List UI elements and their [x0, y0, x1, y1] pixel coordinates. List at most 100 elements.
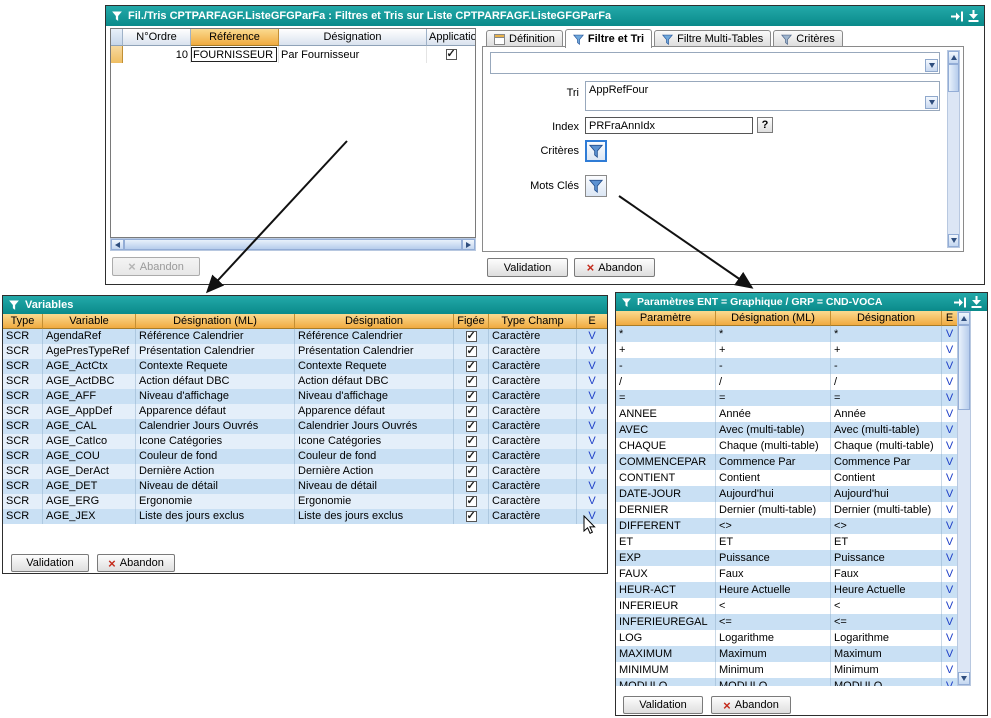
column-header-e[interactable]: E: [577, 314, 607, 329]
parametres-row[interactable]: COMMENCEPAR Commence Par Commence Par V: [616, 454, 957, 470]
variables-row[interactable]: SCR AGE_CAL Calendrier Jours Ouvrés Cale…: [3, 419, 607, 434]
scroll-up-button[interactable]: [948, 51, 959, 64]
parametres-row[interactable]: DATE-JOUR Aujourd'hui Aujourd'hui V: [616, 486, 957, 502]
variables-row[interactable]: SCR AGE_ActCtx Contexte Requete Contexte…: [3, 359, 607, 374]
vscroll-thumb[interactable]: [958, 325, 970, 410]
parametres-row[interactable]: = = = V: [616, 390, 957, 406]
variables-row[interactable]: SCR AGE_ERG Ergonomie Ergonomie Caractèr…: [3, 494, 607, 509]
validation-button[interactable]: Validation: [487, 258, 568, 277]
column-header-reference[interactable]: Référence: [191, 29, 279, 46]
tab-criteres[interactable]: Critères: [773, 30, 843, 47]
table-corner[interactable]: [111, 29, 123, 46]
parametres-row[interactable]: DERNIER Dernier (multi-table) Dernier (m…: [616, 502, 957, 518]
filtres-table-row[interactable]: 10 Par Fournisseur: [111, 46, 475, 63]
column-header-type-champ[interactable]: Type Champ: [489, 314, 577, 329]
variables-row[interactable]: SCR AGE_AppDef Apparence défaut Apparenc…: [3, 404, 607, 419]
figee-checkbox[interactable]: [466, 346, 477, 357]
column-header-designation[interactable]: Désignation: [831, 311, 942, 326]
variables-row[interactable]: SCR AGE_JEX Liste des jours exclus Liste…: [3, 509, 607, 524]
variables-row[interactable]: SCR AgePresTypeRef Présentation Calendri…: [3, 344, 607, 359]
dropdown-button[interactable]: [925, 96, 938, 109]
vscroll-thumb[interactable]: [948, 64, 959, 92]
titlebar-parametres[interactable]: Paramètres ENT = Graphique / GRP = CND-V…: [616, 293, 987, 311]
help-button[interactable]: ?: [757, 117, 773, 133]
collapse-down-icon[interactable]: [968, 10, 979, 22]
index-input[interactable]: [585, 117, 753, 134]
figee-checkbox[interactable]: [466, 466, 477, 477]
parametres-row[interactable]: ANNEE Année Année V: [616, 406, 957, 422]
figee-checkbox[interactable]: [466, 361, 477, 372]
scroll-track[interactable]: [958, 410, 970, 672]
parametres-row[interactable]: / / / V: [616, 374, 957, 390]
dropdown-button[interactable]: [925, 59, 938, 72]
scroll-down-button[interactable]: [958, 672, 970, 685]
parametres-row[interactable]: CONTIENT Contient Contient V: [616, 470, 957, 486]
figee-checkbox[interactable]: [466, 496, 477, 507]
scroll-track[interactable]: [948, 92, 959, 234]
column-header-variable[interactable]: Variable: [43, 314, 136, 329]
variables-row[interactable]: SCR AGE_DET Niveau de détail Niveau de d…: [3, 479, 607, 494]
scroll-up-button[interactable]: [958, 312, 970, 325]
vertical-scrollbar[interactable]: [957, 311, 971, 686]
parametres-row[interactable]: ET ET ET V: [616, 534, 957, 550]
abandon-button[interactable]: × Abandon: [574, 258, 655, 277]
column-header-designation[interactable]: Désignation: [295, 314, 454, 329]
figee-checkbox[interactable]: [466, 481, 477, 492]
scroll-right-button[interactable]: [462, 239, 475, 250]
titlebar-variables[interactable]: Variables: [3, 296, 607, 314]
figee-checkbox[interactable]: [466, 511, 477, 522]
validation-button[interactable]: Validation: [623, 696, 703, 714]
column-header-designation-ml[interactable]: Désignation (ML): [716, 311, 831, 326]
validation-button[interactable]: Validation: [11, 554, 89, 572]
dock-right-icon[interactable]: [953, 297, 966, 308]
tab-filtre-et-tri[interactable]: Filtre et Tri: [565, 29, 652, 48]
reference-edit-input[interactable]: [191, 47, 277, 62]
figee-checkbox[interactable]: [466, 331, 477, 342]
parametres-row[interactable]: EXP Puissance Puissance V: [616, 550, 957, 566]
abandon-button[interactable]: × Abandon: [97, 554, 175, 572]
column-header-designation[interactable]: Désignation: [279, 29, 427, 46]
filter-list-box[interactable]: [490, 52, 940, 74]
column-header-application[interactable]: Application: [427, 29, 475, 46]
hscroll-thumb[interactable]: [124, 239, 462, 250]
parametres-row[interactable]: FAUX Faux Faux V: [616, 566, 957, 582]
variables-row[interactable]: SCR AGE_CatIco Icone Catégories Icone Ca…: [3, 434, 607, 449]
figee-checkbox[interactable]: [466, 421, 477, 432]
parametres-row[interactable]: + + + V: [616, 342, 957, 358]
column-header-figee[interactable]: Figée: [454, 314, 489, 329]
parametres-row[interactable]: DIFFERENT <> <> V: [616, 518, 957, 534]
abandon-button[interactable]: × Abandon: [711, 696, 791, 714]
variables-row[interactable]: SCR AgendaRef Référence Calendrier Référ…: [3, 329, 607, 344]
parametres-row[interactable]: * * * V: [616, 326, 957, 342]
horizontal-scrollbar[interactable]: [110, 238, 476, 251]
mots-cles-filter-button[interactable]: [585, 175, 607, 197]
parametres-row[interactable]: INFERIEUREGAL <= <= V: [616, 614, 957, 630]
parametres-row[interactable]: CHAQUE Chaque (multi-table) Chaque (mult…: [616, 438, 957, 454]
figee-checkbox[interactable]: [466, 406, 477, 417]
application-checkbox[interactable]: [446, 49, 457, 60]
parametres-row[interactable]: MAXIMUM Maximum Maximum V: [616, 646, 957, 662]
column-header-type[interactable]: Type: [3, 314, 43, 329]
vertical-scrollbar[interactable]: [947, 50, 960, 248]
column-header-designation-ml[interactable]: Désignation (ML): [136, 314, 295, 329]
tri-combo[interactable]: AppRefFour: [585, 81, 940, 111]
scroll-left-button[interactable]: [111, 239, 124, 250]
tab-filtre-multi-tables[interactable]: Filtre Multi-Tables: [654, 30, 771, 47]
figee-checkbox[interactable]: [466, 436, 477, 447]
parametres-row[interactable]: MINIMUM Minimum Minimum V: [616, 662, 957, 678]
parametres-row[interactable]: - - - V: [616, 358, 957, 374]
tab-definition[interactable]: Définition: [486, 30, 563, 47]
titlebar-filtres[interactable]: Fil./Tris CPTPARFAGF.ListeGFGParFa : Fil…: [106, 6, 984, 26]
parametres-row[interactable]: INFERIEUR < < V: [616, 598, 957, 614]
dock-right-icon[interactable]: [950, 11, 963, 22]
variables-row[interactable]: SCR AGE_ActDBC Action défaut DBC Action …: [3, 374, 607, 389]
parametres-row[interactable]: HEUR-ACT Heure Actuelle Heure Actuelle V: [616, 582, 957, 598]
figee-checkbox[interactable]: [466, 391, 477, 402]
variables-row[interactable]: SCR AGE_DerAct Dernière Action Dernière …: [3, 464, 607, 479]
column-header-parametre[interactable]: Paramètre: [616, 311, 716, 326]
column-header-e[interactable]: E: [942, 311, 957, 326]
parametres-row[interactable]: MODULO MODULO MODULO V: [616, 678, 957, 686]
scroll-down-button[interactable]: [948, 234, 959, 247]
collapse-down-icon[interactable]: [971, 296, 982, 308]
column-header-ordre[interactable]: N°Ordre: [123, 29, 191, 46]
